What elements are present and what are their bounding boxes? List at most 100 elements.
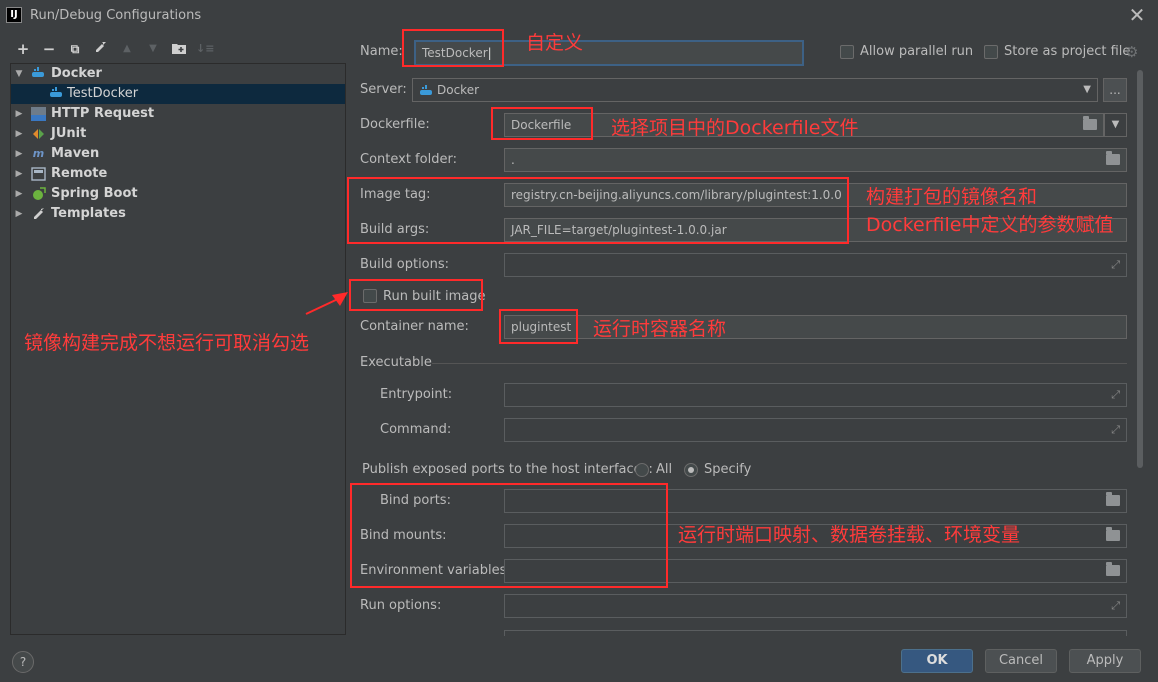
docker-icon: [31, 67, 46, 81]
apply-button[interactable]: Apply: [1069, 649, 1141, 673]
add-configuration-button[interactable]: +: [14, 40, 32, 58]
maven-icon: m: [32, 147, 45, 160]
publish-specify-label: Specify: [704, 462, 752, 477]
collapse-arrow-icon[interactable]: ▶: [13, 184, 25, 204]
junit-icon: [31, 127, 46, 141]
annotation-box-dockerfile: [491, 107, 593, 140]
dockerfile-dropdown-chevron-icon[interactable]: ▼: [1104, 113, 1127, 137]
tree-item-label: Spring Boot: [51, 186, 138, 201]
annotation-box-ports: [350, 483, 668, 588]
annotation-name-text: 自定义: [526, 32, 584, 54]
remote-icon: [31, 167, 46, 181]
folder-icon[interactable]: [1106, 527, 1120, 541]
tree-item-templates[interactable]: ▶ Templates: [11, 204, 345, 224]
tree-item-label: Templates: [51, 206, 126, 221]
expand-icon[interactable]: ⤢: [1111, 599, 1120, 613]
executable-section-label: Executable: [360, 355, 432, 370]
window-title: Run/Debug Configurations: [30, 8, 202, 23]
cancel-button[interactable]: Cancel: [985, 649, 1057, 673]
tree-item-label: Maven: [51, 146, 100, 161]
expand-icon[interactable]: ⤢: [1111, 388, 1120, 402]
container-name-label: Container name:: [360, 319, 469, 334]
tree-item-docker[interactable]: ▼ Docker: [11, 64, 345, 84]
spring-boot-icon: [31, 187, 46, 201]
new-folder-icon[interactable]: [170, 40, 188, 58]
expand-icon[interactable]: ⤢: [1111, 258, 1120, 272]
publish-specify-radio[interactable]: [684, 463, 698, 477]
form-scrollbar[interactable]: [1137, 70, 1143, 468]
store-project-label: Store as project file: [1004, 44, 1131, 59]
annotation-image-tag-text: 构建打包的镜像名和: [866, 186, 1038, 208]
entrypoint-label: Entrypoint:: [380, 387, 453, 402]
intellij-app-icon: IJ: [6, 7, 22, 23]
docker-icon: [419, 82, 434, 101]
publish-all-label: All: [656, 462, 673, 477]
tree-item-http-request[interactable]: ▶ HTTP Request: [11, 104, 345, 124]
folder-icon[interactable]: [1083, 116, 1097, 130]
collapse-arrow-icon[interactable]: ▶: [13, 104, 25, 124]
build-options-label: Build options:: [360, 257, 450, 272]
collapse-arrow-icon[interactable]: ▶: [13, 144, 25, 164]
close-icon[interactable]: ✕: [1126, 4, 1148, 26]
annotation-ports-text: 运行时端口映射、数据卷挂载、环境变量: [678, 524, 1021, 546]
title-bar: IJ Run/Debug Configurations ✕: [0, 0, 1158, 32]
collapse-arrow-icon[interactable]: ▶: [13, 164, 25, 184]
clipped-next-row: [350, 628, 1130, 636]
clipped-input: [504, 630, 1127, 636]
gear-icon[interactable]: ⚙: [1125, 43, 1138, 61]
expand-arrow-icon[interactable]: ▼: [13, 64, 25, 84]
server-more-button[interactable]: ...: [1103, 78, 1127, 102]
collapse-arrow-icon[interactable]: ▶: [13, 124, 25, 144]
annotation-container-text: 运行时容器名称: [593, 318, 727, 340]
context-folder-input[interactable]: .: [504, 148, 1127, 172]
command-label: Command:: [380, 422, 452, 437]
folder-icon[interactable]: [1106, 492, 1120, 506]
folder-icon[interactable]: [1106, 562, 1120, 576]
name-label: Name:: [360, 44, 403, 59]
publish-all-radio[interactable]: [635, 463, 649, 477]
dockerfile-label: Dockerfile:: [360, 117, 430, 132]
chevron-down-icon: ▼: [1083, 84, 1091, 95]
server-value: Docker: [437, 83, 480, 97]
run-options-input[interactable]: ⤢: [504, 594, 1127, 618]
docker-icon: [49, 87, 64, 101]
tree-item-spring-boot[interactable]: ▶ Spring Boot: [11, 184, 345, 204]
annotation-box-container: [499, 309, 578, 344]
expand-icon[interactable]: ⤢: [1111, 423, 1120, 437]
tree-item-maven[interactable]: ▶ m Maven: [11, 144, 345, 164]
edit-defaults-wrench-icon[interactable]: [92, 40, 110, 58]
tree-item-label: Remote: [51, 166, 108, 181]
annotation-build-args-text: Dockerfile中定义的参数赋值: [866, 214, 1114, 236]
tree-item-testdocker[interactable]: TestDocker: [11, 84, 345, 104]
folder-icon[interactable]: [1106, 151, 1120, 165]
store-project-checkbox[interactable]: [984, 45, 998, 59]
wrench-icon: [31, 207, 46, 221]
build-options-input[interactable]: ⤢: [504, 253, 1127, 277]
move-down-button[interactable]: ▼: [144, 40, 162, 58]
annotation-arrow-icon: [305, 292, 348, 315]
tree-item-remote[interactable]: ▶ Remote: [11, 164, 345, 184]
context-folder-value: .: [511, 153, 515, 167]
entrypoint-input[interactable]: ⤢: [504, 383, 1127, 407]
allow-parallel-checkbox[interactable]: [840, 45, 854, 59]
move-up-button[interactable]: ▲: [118, 40, 136, 58]
annotation-dockerfile-text: 选择项目中的Dockerfile文件: [611, 117, 859, 139]
copy-configuration-button[interactable]: ⧉: [66, 40, 84, 58]
tree-item-junit[interactable]: ▶ JUnit: [11, 124, 345, 144]
tree-item-label: JUnit: [51, 126, 87, 141]
run-options-label: Run options:: [360, 598, 442, 613]
annotation-box-name: [402, 29, 504, 67]
context-folder-label: Context folder:: [360, 152, 457, 167]
help-button[interactable]: ?: [12, 651, 34, 673]
annotation-run-built-text: 镜像构建完成不想运行可取消勾选: [24, 332, 310, 354]
command-input[interactable]: ⤢: [504, 418, 1127, 442]
sort-icon[interactable]: ↓≡: [196, 40, 214, 58]
server-select[interactable]: Docker ▼: [412, 78, 1098, 102]
api-icon: [31, 107, 46, 121]
tree-item-label: Docker: [51, 66, 102, 81]
section-divider: [432, 363, 1127, 364]
collapse-arrow-icon[interactable]: ▶: [13, 204, 25, 224]
remove-configuration-button[interactable]: −: [40, 40, 58, 58]
ok-button[interactable]: OK: [901, 649, 973, 673]
tree-item-label: HTTP Request: [51, 106, 155, 121]
